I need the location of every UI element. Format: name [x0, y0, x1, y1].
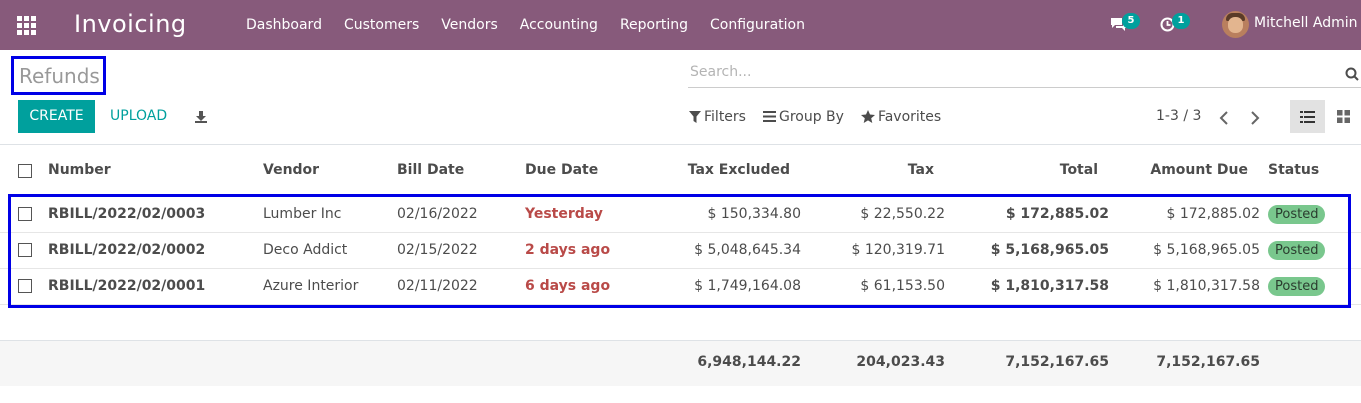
create-button[interactable]: CREATE [18, 100, 95, 133]
upload-button[interactable]: UPLOAD [110, 100, 167, 133]
apps-menu-icon[interactable] [17, 16, 37, 35]
messages-badge: 5 [1122, 13, 1140, 29]
kanban-icon [1337, 110, 1350, 123]
download-icon[interactable] [194, 109, 208, 128]
app-title[interactable]: Invoicing [74, 10, 187, 38]
group-by-label: Group By [778, 108, 844, 125]
total-total: 7,152,167.65 [1005, 354, 1109, 370]
top-navbar: Invoicing Dashboard Customers Vendors Ac… [0, 0, 1361, 50]
control-panel-divider [0, 144, 1361, 145]
rows-highlight-box [8, 194, 1351, 308]
activities-badge: 1 [1172, 13, 1190, 29]
filter-icon [689, 110, 701, 123]
column-header-total[interactable]: Total [998, 162, 1098, 178]
menu-vendors[interactable]: Vendors [430, 0, 508, 50]
column-header-tax[interactable]: Tax [834, 162, 934, 178]
menu-configuration[interactable]: Configuration [699, 0, 816, 50]
favorites-toggle[interactable]: Favorites [860, 108, 942, 125]
search-bar [688, 58, 1361, 88]
menu-dashboard[interactable]: Dashboard [235, 0, 333, 50]
filters-label: Filters [704, 108, 746, 125]
group-by-toggle[interactable]: Group By [762, 108, 844, 125]
total-amount-due: 7,152,167.65 [1156, 354, 1260, 370]
total-tax-excluded: 6,948,144.22 [697, 354, 801, 370]
list-icon [1300, 110, 1315, 123]
main-menu: Dashboard Customers Vendors Accounting R… [235, 0, 816, 50]
menu-reporting[interactable]: Reporting [609, 0, 699, 50]
select-all-checkbox[interactable] [18, 164, 32, 178]
column-header-number[interactable]: Number [48, 162, 111, 178]
column-header-amount-due[interactable]: Amount Due [1118, 162, 1248, 178]
favorites-label: Favorites [877, 108, 942, 125]
chevron-left-icon[interactable] [1219, 110, 1229, 129]
chevron-right-icon[interactable] [1250, 110, 1260, 129]
column-header-due-date[interactable]: Due Date [525, 162, 598, 178]
filters-toggle[interactable]: Filters [689, 109, 746, 125]
user-avatar[interactable] [1222, 11, 1249, 38]
search-options: Filters Group By Favorites [689, 100, 958, 133]
column-header-status[interactable]: Status [1268, 162, 1319, 178]
column-header-vendor[interactable]: Vendor [263, 162, 319, 178]
column-header-bill-date[interactable]: Bill Date [397, 162, 464, 178]
search-input[interactable] [688, 58, 1328, 86]
list-view-button[interactable] [1290, 100, 1325, 133]
user-name[interactable]: Mitchell Admin [1254, 15, 1358, 31]
menu-accounting[interactable]: Accounting [509, 0, 609, 50]
total-tax: 204,023.43 [856, 354, 945, 370]
group-by-icon [762, 111, 776, 122]
breadcrumb: Refunds [11, 56, 106, 95]
search-icon[interactable] [1345, 66, 1359, 85]
page-bottom [0, 386, 1361, 403]
kanban-view-button[interactable] [1326, 100, 1361, 133]
menu-customers[interactable]: Customers [333, 0, 430, 50]
pager-value[interactable]: 1-3 / 3 [1156, 108, 1201, 124]
star-icon [860, 110, 875, 123]
column-header-tax-excluded[interactable]: Tax Excluded [640, 162, 790, 178]
